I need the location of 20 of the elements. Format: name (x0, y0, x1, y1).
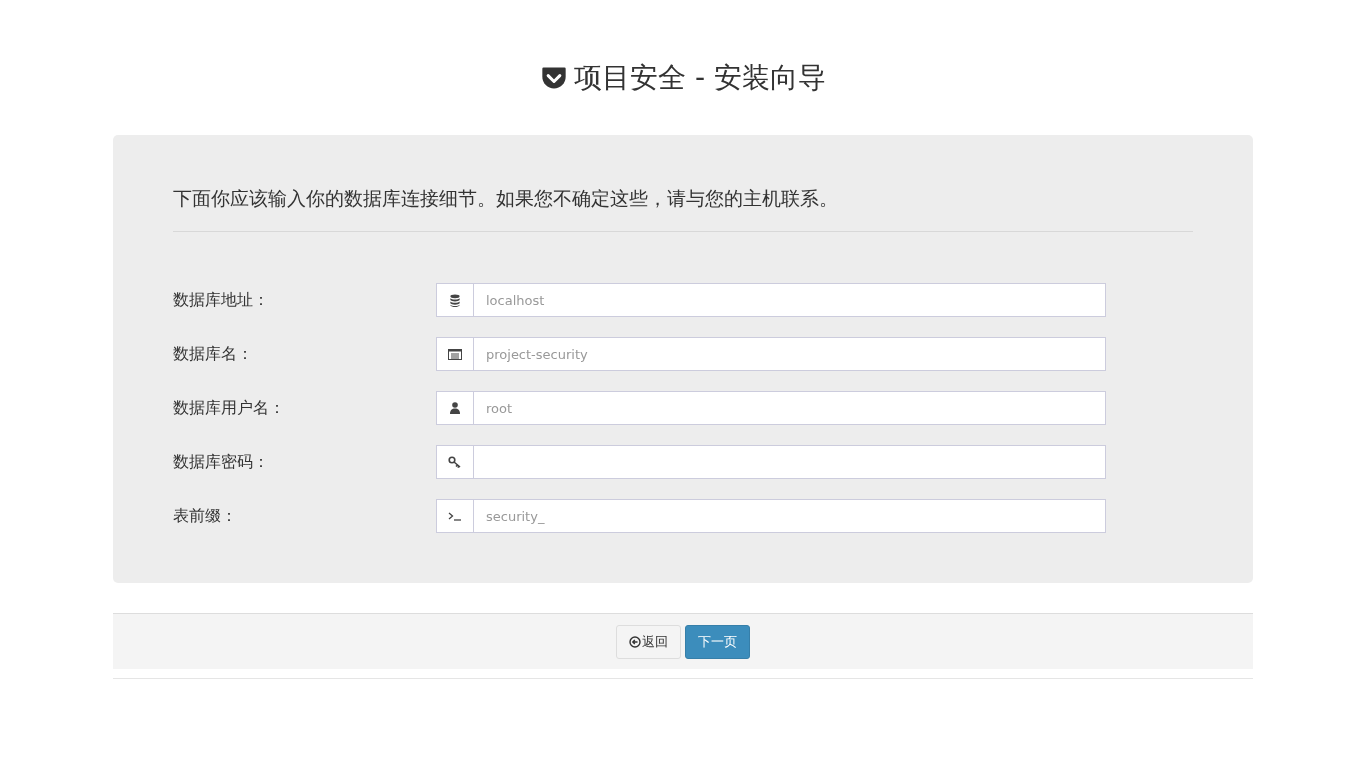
input-field[interactable]: security_ (474, 499, 1106, 533)
next-button[interactable]: 下一页 (685, 624, 750, 659)
database-icon (449, 293, 461, 307)
field-label: 数据库名： (173, 343, 254, 365)
user-icon (450, 402, 460, 414)
input-field[interactable] (474, 445, 1106, 479)
key-icon (448, 456, 462, 468)
field-label: 数据库用户名： (173, 397, 286, 419)
field-label: 表前缀： (173, 505, 238, 527)
intro-text: 下面你应该输入你的数据库连接细节。如果您不确定这些，请与您的主机联系。 (173, 186, 839, 211)
input-field[interactable]: project-security (474, 337, 1106, 371)
field-label: 数据库密码： (173, 451, 270, 473)
back-button[interactable]: 返回 (616, 624, 681, 659)
back-arrow-icon (629, 635, 641, 648)
field-label: 数据库地址： (173, 289, 270, 311)
terminal-icon (448, 511, 462, 521)
page-title: 项目安全 - 安装向导 (574, 60, 826, 96)
input-field[interactable]: localhost (474, 283, 1106, 317)
list-icon (448, 348, 462, 360)
input-field[interactable]: root (474, 391, 1106, 425)
